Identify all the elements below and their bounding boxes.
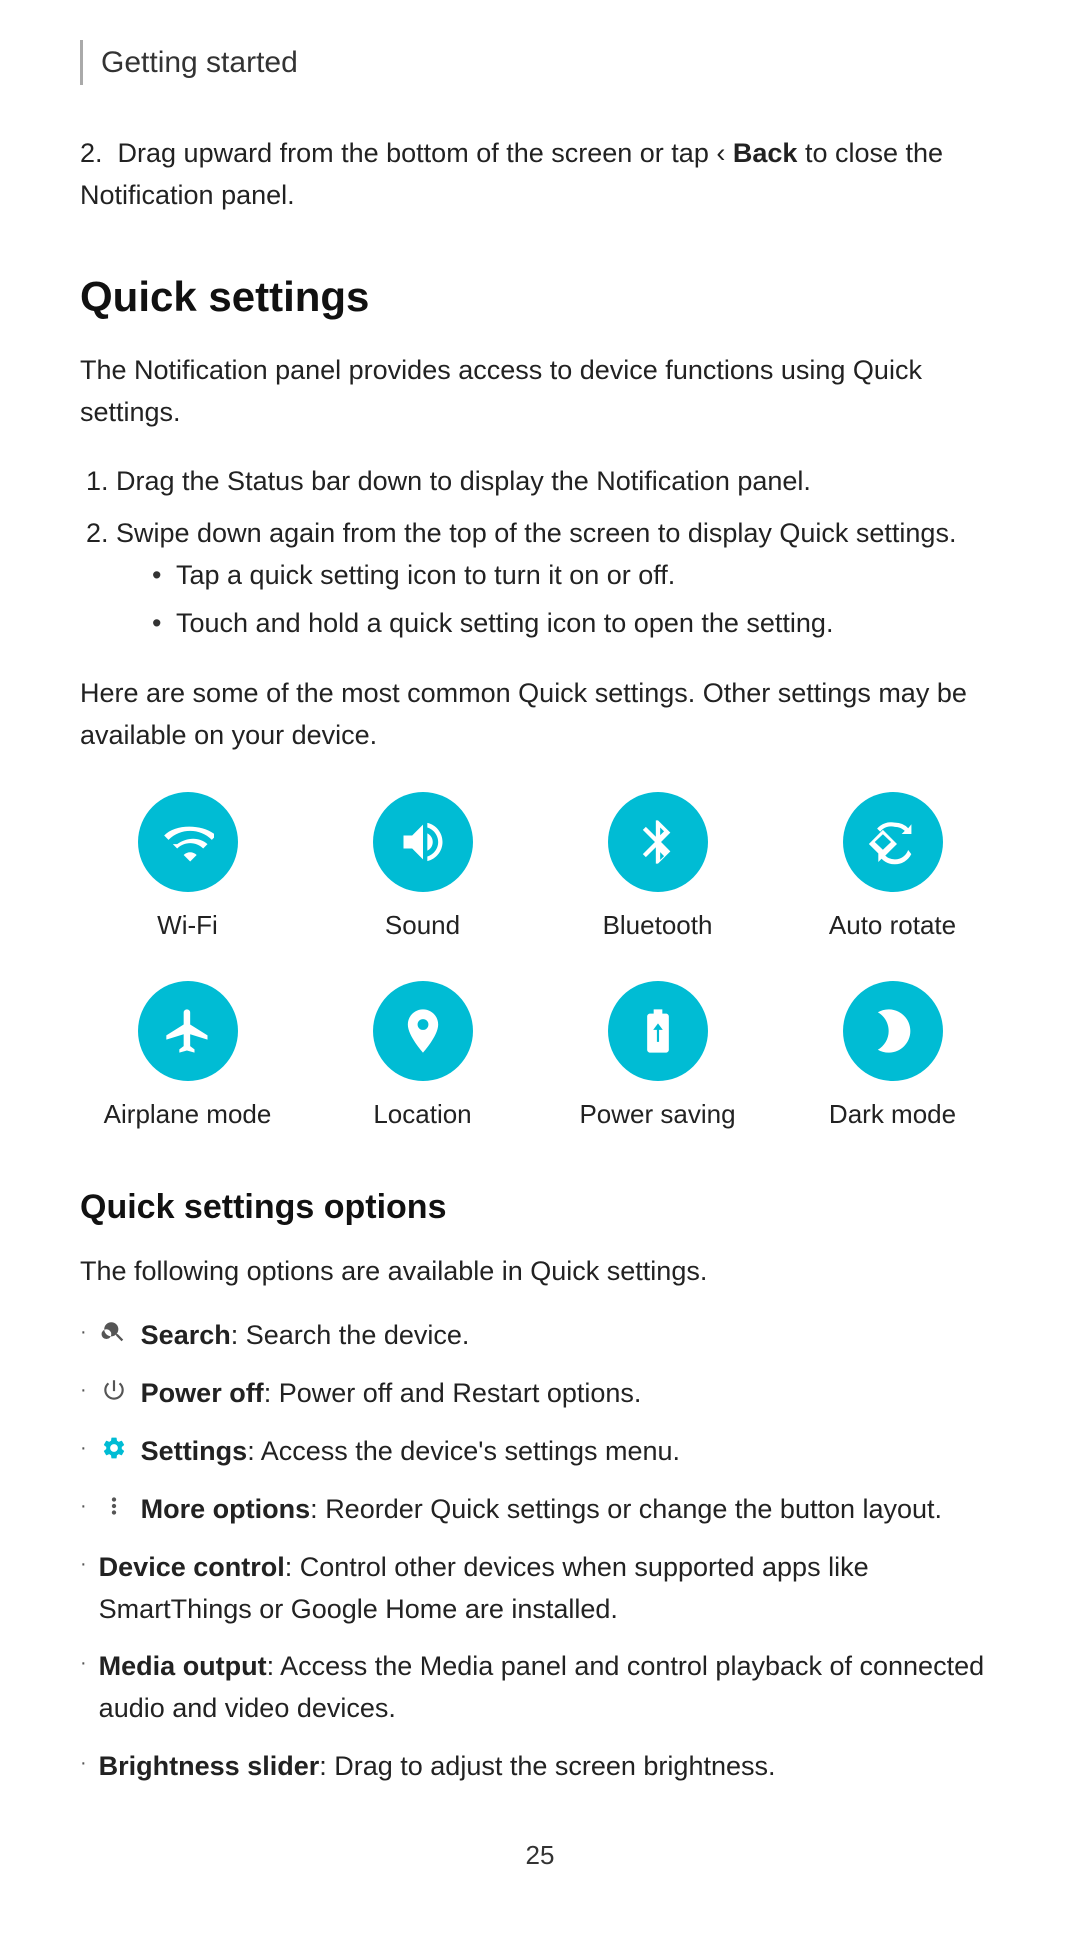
bullet-dot: ·: [80, 1375, 87, 1406]
qs-item-airplane: Airplane mode: [80, 981, 295, 1134]
sound-label: Sound: [385, 906, 460, 945]
option-power-off: · Power off: Power off and Restart optio…: [80, 1373, 1000, 1415]
quick-settings-title: Quick settings: [80, 265, 1000, 328]
qs-item-powersaving: Power saving: [550, 981, 765, 1134]
power-saving-label: Power saving: [579, 1095, 735, 1134]
wifi-icon: [162, 816, 214, 868]
sound-icon-circle: [373, 792, 473, 892]
auto-rotate-icon-circle: [843, 792, 943, 892]
qs-options-title: Quick settings options: [80, 1182, 1000, 1233]
qs-item-autorotate: Auto rotate: [785, 792, 1000, 945]
quick-settings-description: The Notification panel provides access t…: [80, 350, 1000, 434]
location-icon-circle: [373, 981, 473, 1081]
wifi-label: Wi-Fi: [157, 906, 218, 945]
dark-mode-icon: [867, 1005, 919, 1057]
dark-mode-label: Dark mode: [829, 1095, 956, 1134]
airplane-icon-circle: [138, 981, 238, 1081]
more-options-icon: [99, 1491, 129, 1521]
qs-item-location: Location: [315, 981, 530, 1134]
qs-bullets: Tap a quick setting icon to turn it on o…: [176, 555, 1000, 645]
quick-settings-section: Quick settings The Notification panel pr…: [80, 265, 1000, 1135]
qs-item-sound: Sound: [315, 792, 530, 945]
airplane-label: Airplane mode: [104, 1095, 272, 1134]
option-device-control: · Device control: Control other devices …: [80, 1547, 1000, 1631]
options-list: · Search: Search the device. · Power off…: [80, 1315, 1000, 1788]
bullet-dot: ·: [80, 1748, 87, 1779]
location-label: Location: [373, 1095, 471, 1134]
qs-note: Here are some of the most common Quick s…: [80, 673, 1000, 757]
bullet-dot: ·: [80, 1549, 87, 1580]
wifi-icon-circle: [138, 792, 238, 892]
option-more: · More options: Reorder Quick settings o…: [80, 1489, 1000, 1531]
bullet-dot: ·: [80, 1491, 87, 1522]
option-brightness-slider: · Brightness slider: Drag to adjust the …: [80, 1746, 1000, 1788]
search-icon: [99, 1317, 129, 1347]
bluetooth-icon: [632, 816, 684, 868]
bullet-dot: ·: [80, 1648, 87, 1679]
auto-rotate-label: Auto rotate: [829, 906, 956, 945]
quick-settings-grid: Wi-Fi Sound Bluetooth: [80, 792, 1000, 1134]
bullet-dot: ·: [80, 1317, 87, 1348]
power-saving-icon: [632, 1005, 684, 1057]
step2-text: 2. Drag upward from the bottom of the sc…: [80, 133, 1000, 217]
settings-icon: [99, 1433, 129, 1463]
qs-item-wifi: Wi-Fi: [80, 792, 295, 945]
qs-item-bluetooth: Bluetooth: [550, 792, 765, 945]
header-bar: Getting started: [80, 40, 1000, 85]
header-title: Getting started: [101, 46, 298, 79]
qs-options-desc: The following options are available in Q…: [80, 1251, 1000, 1293]
qs-step-1: Drag the Status bar down to display the …: [116, 461, 1000, 503]
power-off-icon: [99, 1375, 129, 1405]
bluetooth-icon-circle: [608, 792, 708, 892]
auto-rotate-icon: [867, 816, 919, 868]
dark-mode-icon-circle: [843, 981, 943, 1081]
power-saving-icon-circle: [608, 981, 708, 1081]
bluetooth-label: Bluetooth: [603, 906, 713, 945]
qs-bullet-1: Tap a quick setting icon to turn it on o…: [176, 555, 1000, 597]
option-search: · Search: Search the device.: [80, 1315, 1000, 1357]
quick-settings-steps: Drag the Status bar down to display the …: [116, 461, 1000, 644]
qs-item-darkmode: Dark mode: [785, 981, 1000, 1134]
step2-intro: 2. Drag upward from the bottom of the sc…: [80, 133, 1000, 217]
sound-icon: [397, 816, 449, 868]
option-settings: · Settings: Access the device's settings…: [80, 1431, 1000, 1473]
page-number: 25: [80, 1836, 1000, 1875]
quick-settings-options-section: Quick settings options The following opt…: [80, 1182, 1000, 1787]
location-icon: [397, 1005, 449, 1057]
qs-step-2: Swipe down again from the top of the scr…: [116, 513, 1000, 645]
airplane-icon: [162, 1005, 214, 1057]
qs-bullet-2: Touch and hold a quick setting icon to o…: [176, 603, 1000, 645]
bullet-dot: ·: [80, 1433, 87, 1464]
option-media-output: · Media output: Access the Media panel a…: [80, 1646, 1000, 1730]
